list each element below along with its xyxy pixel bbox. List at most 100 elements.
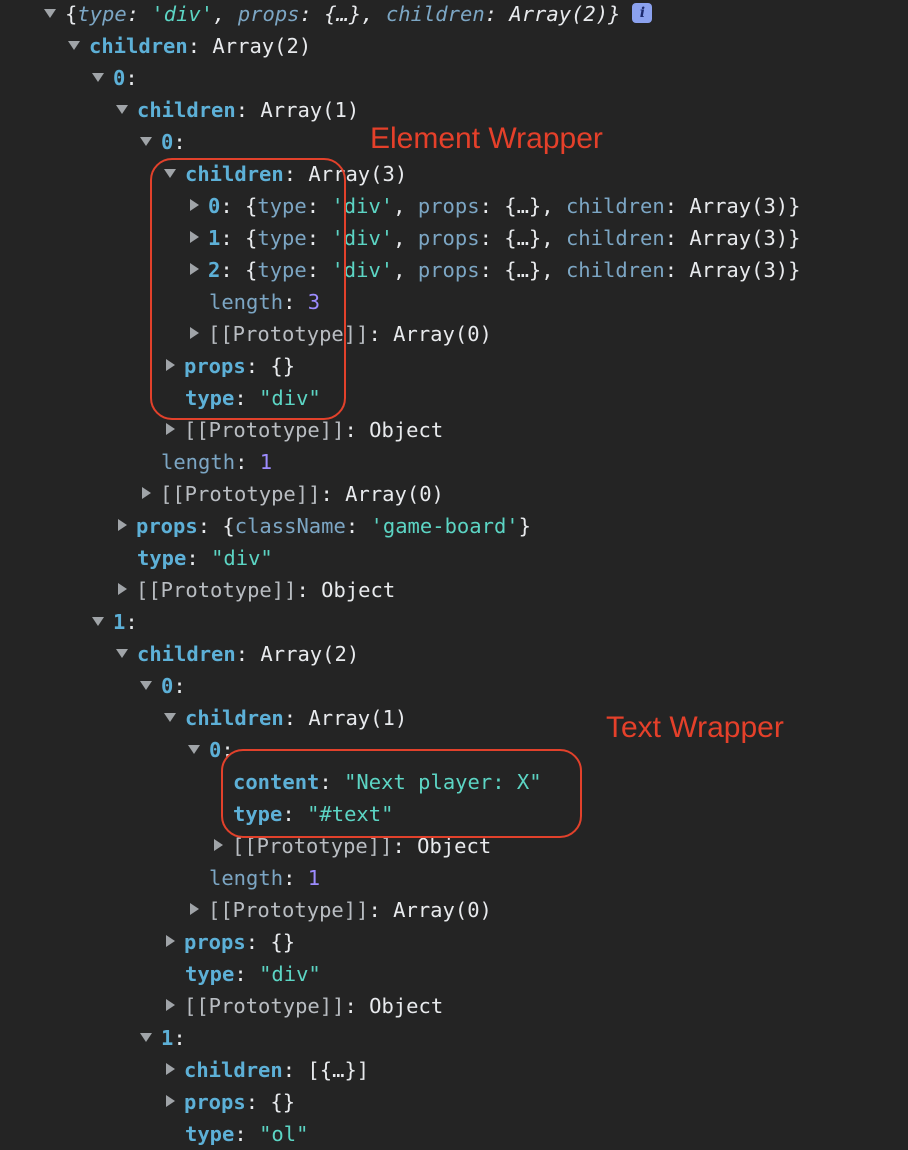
tree-row[interactable]: 0: <box>140 670 186 702</box>
expand-triangle-icon[interactable] <box>118 519 127 531</box>
tree-row[interactable]: 1: <box>140 1022 186 1054</box>
tree-row[interactable]: [[Prototype]]: Object <box>116 574 395 606</box>
tree-row[interactable]: 0: <box>140 126 186 158</box>
tree-row[interactable]: children: Array(1) <box>164 702 407 734</box>
tree-row[interactable]: children: Array(2) <box>116 638 359 670</box>
token: "div" <box>211 546 273 570</box>
text-wrapper-box <box>221 749 582 838</box>
info-icon[interactable]: i <box>632 3 653 23</box>
element-wrapper-box <box>150 158 346 420</box>
expand-triangle-icon[interactable] <box>166 1095 175 1107</box>
token: props <box>184 1090 246 1114</box>
token: [[Prototype]] <box>184 418 345 442</box>
token: : Array(1) <box>283 706 408 730</box>
tree-row[interactable]: [[Prototype]]: Object <box>164 990 443 1022</box>
token: } <box>518 514 531 538</box>
token: props <box>417 194 480 218</box>
tree-row[interactable]: 0: <box>92 62 138 94</box>
token: 'div' <box>151 2 214 26</box>
tree-row: type: "ol" <box>164 1118 308 1150</box>
tree-row[interactable]: props: {} <box>164 1086 295 1118</box>
token: : {} <box>245 930 296 954</box>
collapse-triangle-icon[interactable] <box>92 72 104 82</box>
token: , <box>393 226 418 250</box>
collapse-triangle-icon[interactable] <box>140 680 152 690</box>
tree-row[interactable]: 1: <box>92 606 138 638</box>
token: : <box>126 2 152 26</box>
tree-row[interactable]: {type: 'div', props: {…}, children: Arra… <box>44 0 653 30</box>
collapse-triangle-icon[interactable] <box>164 712 176 722</box>
token: : <box>125 66 138 90</box>
tree-row[interactable]: [[Prototype]]: Array(0) <box>140 478 444 510</box>
expand-triangle-icon[interactable] <box>142 487 151 499</box>
collapse-triangle-icon[interactable] <box>44 8 56 18</box>
token: children <box>385 2 485 26</box>
token: : {…}, <box>479 226 566 250</box>
collapse-triangle-icon[interactable] <box>92 616 104 626</box>
token: , <box>393 194 418 218</box>
token: : <box>125 610 138 634</box>
token: : <box>235 450 260 474</box>
expand-triangle-icon[interactable] <box>166 935 175 947</box>
token: : {} <box>245 1090 296 1114</box>
token: : {…}, <box>479 258 566 282</box>
token: 'game-board' <box>370 514 519 538</box>
token: : Object <box>344 994 444 1018</box>
token: 0 <box>209 738 222 762</box>
element-wrapper-label: Element Wrapper <box>370 122 603 155</box>
token: : Array(3)} <box>664 194 801 218</box>
token: : <box>283 866 308 890</box>
expand-triangle-icon[interactable] <box>166 999 175 1011</box>
token: : [{…}] <box>282 1058 370 1082</box>
token: length <box>209 866 284 890</box>
token: : {…}, <box>299 2 386 26</box>
token: props <box>136 514 198 538</box>
token: children <box>565 258 665 282</box>
token: [[Prototype]] <box>136 578 297 602</box>
token: : <box>186 546 212 570</box>
token: length <box>161 450 236 474</box>
token: "div" <box>259 962 321 986</box>
token: : Array(3)} <box>664 258 801 282</box>
expand-triangle-icon[interactable] <box>118 583 127 595</box>
token: 1 <box>161 1026 174 1050</box>
expand-triangle-icon[interactable] <box>190 903 199 915</box>
token: : Object <box>296 578 396 602</box>
token: : {…}, <box>479 194 566 218</box>
expand-triangle-icon[interactable] <box>214 839 223 851</box>
token: 0 <box>161 674 174 698</box>
token: children <box>89 34 188 58</box>
token: className <box>234 514 346 538</box>
collapse-triangle-icon[interactable] <box>116 104 128 114</box>
collapse-triangle-icon[interactable] <box>140 1032 152 1042</box>
token: type <box>185 962 235 986</box>
expand-triangle-icon[interactable] <box>166 1063 175 1075</box>
collapse-triangle-icon[interactable] <box>188 744 200 754</box>
collapse-triangle-icon[interactable] <box>116 648 128 658</box>
text-wrapper-label: Text Wrapper <box>606 711 784 744</box>
tree-row[interactable]: children: Array(1) <box>116 94 359 126</box>
expand-triangle-icon[interactable] <box>166 423 175 435</box>
token: : <box>234 962 260 986</box>
token: children <box>137 642 236 666</box>
object-tree: {type: 'div', props: {…}, children: Arra… <box>0 0 908 1146</box>
tree-row[interactable]: children: Array(2) <box>68 30 311 62</box>
token: [[Prototype]] <box>184 994 345 1018</box>
token: , <box>213 2 238 26</box>
token: children <box>565 194 665 218</box>
token: : <box>234 1122 260 1146</box>
tree-row[interactable]: props: {} <box>164 926 295 958</box>
tree-row[interactable]: [[Prototype]]: Array(0) <box>188 894 492 926</box>
token: : Object <box>344 418 444 442</box>
token: : Array(0) <box>320 482 444 506</box>
collapse-triangle-icon[interactable] <box>68 40 80 50</box>
collapse-triangle-icon[interactable] <box>140 136 152 146</box>
tree-row[interactable]: props: {className: 'game-board'} <box>116 510 531 542</box>
token: : Array(0) <box>368 322 492 346</box>
token: type <box>77 2 127 26</box>
token: children <box>185 706 284 730</box>
token: { <box>65 2 78 26</box>
token: 0 <box>113 66 126 90</box>
tree-row[interactable]: children: [{…}] <box>164 1054 369 1086</box>
token: props <box>417 226 480 250</box>
